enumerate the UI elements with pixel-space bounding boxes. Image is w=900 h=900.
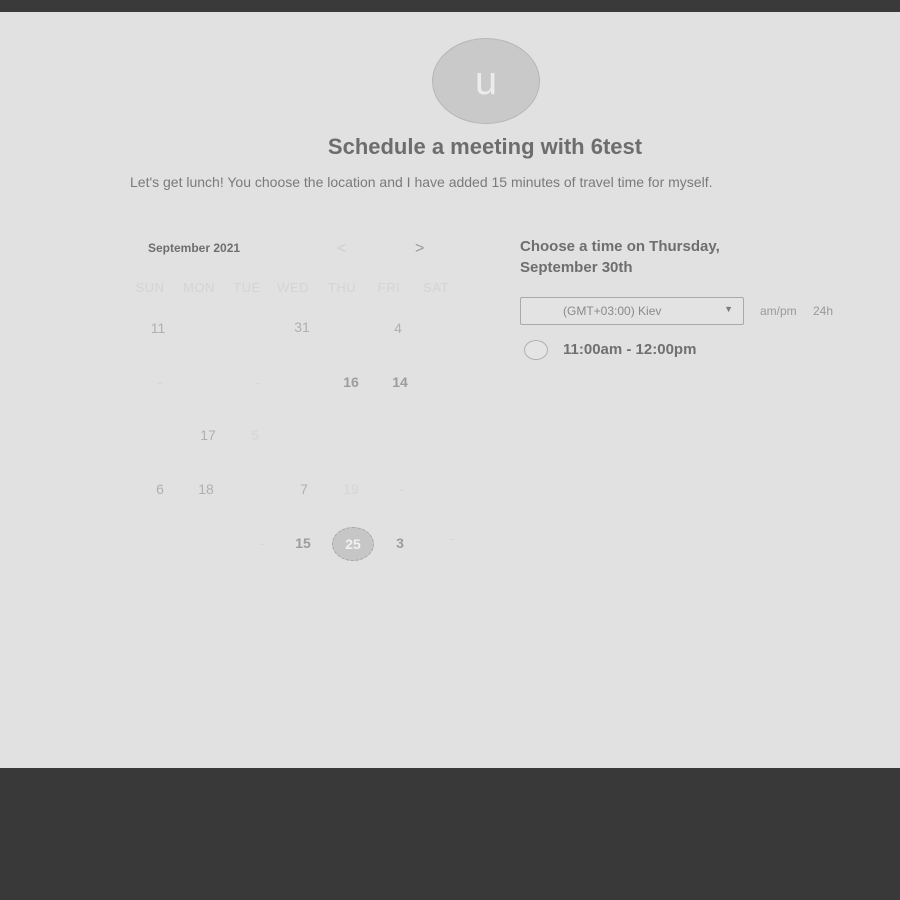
calendar-day[interactable]: 4 (378, 320, 418, 340)
calendar-day[interactable]: 16 (331, 374, 371, 394)
calendar-day[interactable]: - (238, 374, 278, 394)
prev-month-icon[interactable]: < (337, 240, 346, 258)
timezone-value: (GMT+03:00) Kiev (563, 304, 662, 318)
calendar-day[interactable]: 19 (331, 481, 371, 501)
avatar: u (432, 38, 540, 124)
calendar-day[interactable]: - (140, 374, 180, 394)
weekday-wed: WED (277, 280, 309, 295)
footer-overlay (0, 768, 900, 900)
calendar-day[interactable]: 15 (283, 535, 323, 555)
choose-time-heading: Choose a time on Thursday, September 30t… (520, 238, 720, 276)
format-ampm-toggle[interactable]: am/pm (760, 304, 797, 318)
next-month-icon[interactable]: > (415, 240, 424, 258)
calendar-day[interactable]: 17 (188, 427, 228, 447)
weekday-tue: TUE (233, 280, 261, 295)
calendar-day[interactable]: 5 (235, 427, 275, 447)
page-title: Schedule a meeting with 6test (327, 134, 643, 159)
chevron-down-icon: ▼ (724, 304, 733, 314)
calendar-day[interactable]: - (432, 530, 472, 550)
format-24h-toggle[interactable]: 24h (813, 304, 833, 318)
weekday-fri: FRI (377, 280, 401, 295)
weekday-sun: SUN (135, 280, 165, 295)
top-bar (0, 0, 900, 12)
avatar-initial: u (474, 58, 498, 103)
timezone-select[interactable]: (GMT+03:00) Kiev ▼ (520, 297, 744, 325)
time-slot-label[interactable]: 11:00am - 12:00pm (563, 341, 696, 358)
calendar-day[interactable]: 31 (282, 319, 322, 339)
weekday-mon: MON (183, 280, 215, 295)
calendar-month-label: September 2021 (148, 241, 241, 255)
calendar-day[interactable]: 6 (140, 481, 180, 501)
weekday-thu: THU (327, 280, 357, 295)
calendar-day[interactable]: 11 (138, 320, 178, 340)
calendar-day[interactable]: 18 (186, 481, 226, 501)
calendar-day-selected[interactable]: 25 (332, 527, 374, 561)
calendar-day[interactable]: 7 (284, 481, 324, 501)
calendar-day[interactable]: - (242, 535, 282, 555)
weekday-sat: SAT (423, 280, 449, 295)
calendar-day[interactable]: 14 (380, 374, 420, 394)
page-subtitle: Let's get lunch! You choose the location… (130, 174, 713, 190)
time-slot-radio[interactable] (524, 340, 548, 360)
calendar-day[interactable]: 3 (380, 535, 420, 555)
calendar-day[interactable]: - (382, 481, 422, 501)
